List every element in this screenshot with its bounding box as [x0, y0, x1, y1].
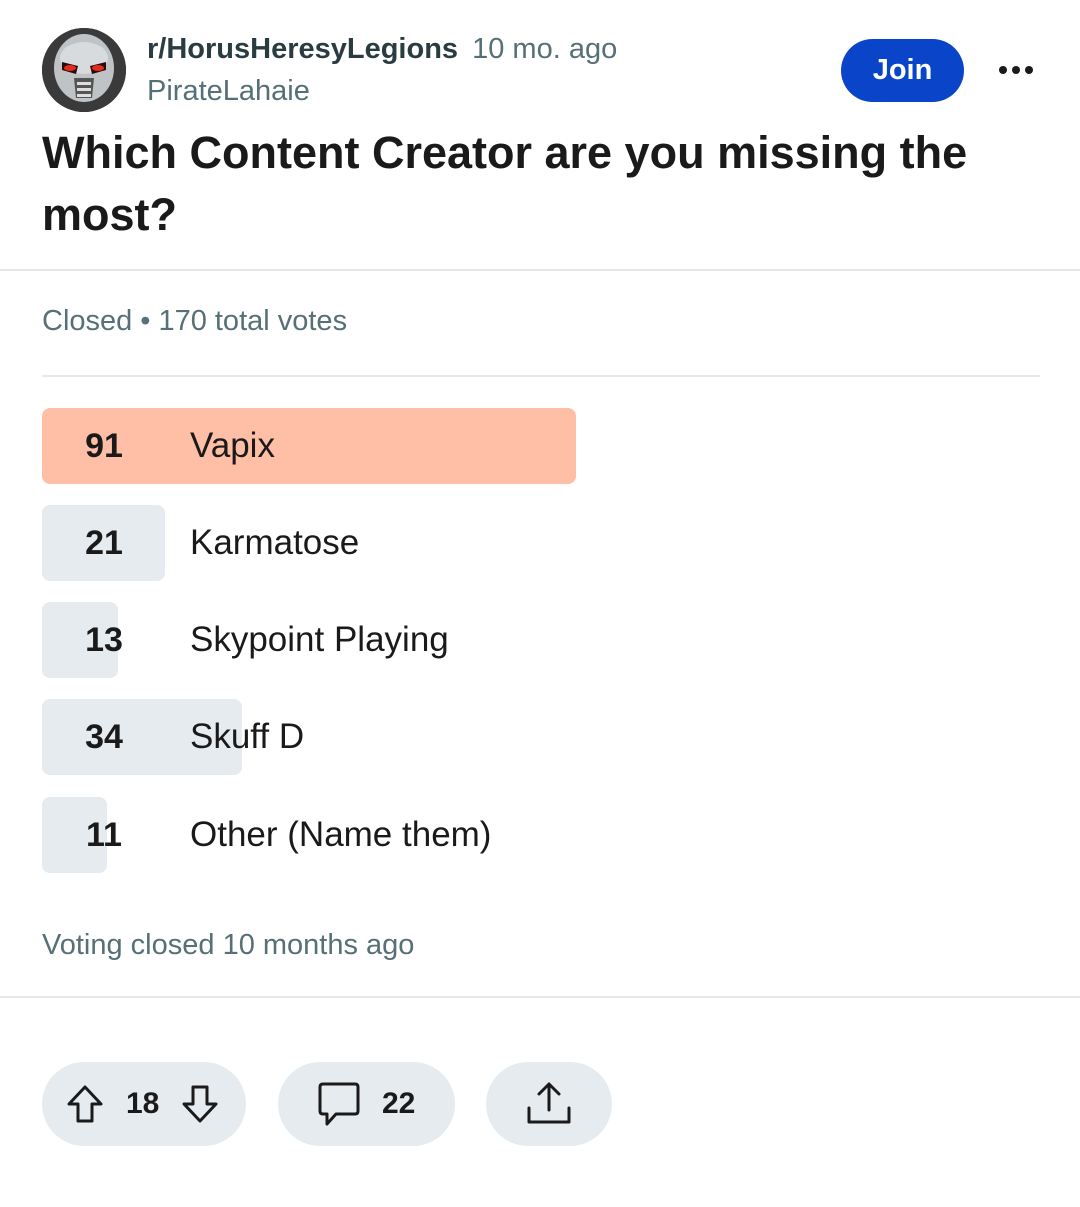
subreddit-name[interactable]: r/HorusHeresyLegions — [147, 33, 458, 65]
poll-option-votes: 91 — [85, 426, 123, 465]
poll-total-votes: 170 total votes — [158, 305, 348, 337]
poll-option-label: Skypoint Playing — [190, 620, 449, 659]
poll-divider — [42, 375, 1040, 377]
vote-bar: 18 — [42, 1062, 246, 1146]
comment-count: 22 — [382, 1087, 416, 1120]
vote-count: 18 — [126, 1087, 160, 1120]
poll-option-label: Karmatose — [190, 523, 360, 562]
poll-option-label: Skuff D — [190, 717, 305, 756]
comment-icon — [314, 1079, 364, 1129]
poll-option-votes: 21 — [85, 523, 123, 562]
poll-option: 21 Karmatose — [42, 505, 1040, 581]
share-button[interactable] — [486, 1062, 612, 1146]
post-title[interactable]: Which Content Creator are you missing th… — [42, 122, 1022, 246]
poll-option-label: Other (Name them) — [190, 815, 492, 854]
upvote-icon[interactable] — [64, 1083, 106, 1125]
downvote-icon[interactable] — [179, 1083, 221, 1125]
author-name[interactable]: PirateLahaie — [147, 72, 310, 110]
poll-option-label: Vapix — [190, 426, 275, 465]
post-header: r/HorusHeresyLegions 10 mo. ago PirateLa… — [0, 0, 1080, 120]
poll-option-votes: 11 — [86, 815, 122, 854]
poll-status: Closed • 170 total votes — [42, 302, 347, 340]
poll-option: 34 Skuff D — [42, 699, 1040, 775]
separator-dot: • — [140, 305, 151, 337]
comments-button[interactable]: 22 — [278, 1062, 455, 1146]
subreddit-line: r/HorusHeresyLegions 10 mo. ago — [147, 30, 617, 68]
share-icon — [523, 1078, 575, 1130]
join-button[interactable]: Join — [841, 39, 964, 102]
post-age: 10 mo. ago — [472, 33, 618, 65]
voting-closed-note: Voting closed 10 months ago — [42, 929, 415, 961]
more-icon[interactable] — [993, 48, 1039, 92]
poll-option: 11 Other (Name them) — [42, 797, 1040, 873]
avatar[interactable] — [42, 28, 126, 112]
poll-closed-label: Closed — [42, 305, 133, 337]
poll-option: 91 Vapix — [42, 408, 1040, 484]
poll-option-votes: 13 — [85, 620, 123, 659]
divider — [0, 269, 1080, 271]
divider — [0, 996, 1080, 998]
poll-option-votes: 34 — [85, 717, 123, 756]
poll-option: 13 Skypoint Playing — [42, 602, 1040, 678]
